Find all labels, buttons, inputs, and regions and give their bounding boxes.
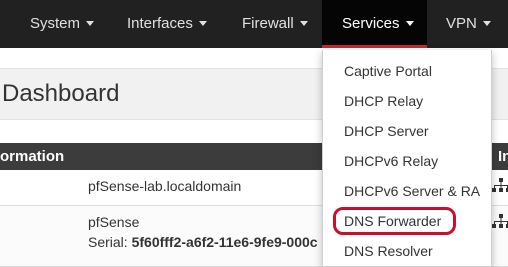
nav-services-menu[interactable]: Services [322,0,427,48]
top-navbar: System Interfaces Firewall Services VPN [0,0,508,48]
menu-item-dns-forwarder-label: DNS Forwarder [344,213,442,229]
services-dropdown-menu: Captive Portal DHCP Relay DHCP Server DH… [322,50,492,267]
panel-title: ormation [0,148,65,165]
menu-item-dns-forwarder[interactable]: DNS Forwarder [323,206,491,236]
nav-services-label: Services [342,15,400,32]
caret-down-icon [405,21,414,26]
nav-system-label: System [30,15,81,32]
menu-item-dhcpv6-server-ra[interactable]: DHCPv6 Server & RA [323,176,491,206]
nav-system-menu[interactable]: System [30,0,95,48]
nav-vpn-label: VPN [446,15,477,32]
network-icon [492,214,508,228]
menu-item-captive-portal[interactable]: Captive Portal [323,56,491,86]
product-name-value: pfSense [88,214,140,230]
menu-item-dns-resolver[interactable]: DNS Resolver [323,236,491,266]
nav-vpn-menu[interactable]: VPN [446,0,491,48]
hostname-value: pfSense-lab.localdomain [88,178,242,194]
nav-interfaces-menu[interactable]: Interfaces [127,0,207,48]
caret-down-icon [482,21,491,26]
page-title: Dashboard [2,80,120,107]
menu-item-dhcp-relay[interactable]: DHCP Relay [323,86,491,116]
caret-down-icon [198,21,207,26]
menu-item-dhcpv6-relay[interactable]: DHCPv6 Relay [323,146,491,176]
caret-down-icon [299,21,308,26]
nav-firewall-label: Firewall [242,15,294,32]
menu-item-dhcp-server[interactable]: DHCP Server [323,116,491,146]
serial-value: 5f60fff2-a6f2-11e6-9fe9-000c [131,234,318,250]
nav-firewall-menu[interactable]: Firewall [242,0,308,48]
nav-interfaces-label: Interfaces [127,15,193,32]
interfaces-panel-title: In [498,148,508,165]
caret-down-icon [86,21,95,26]
serial-label: Serial: [88,234,132,250]
network-icon [492,178,508,192]
serial-line: Serial: 5f60fff2-a6f2-11e6-9fe9-000c [88,234,318,250]
